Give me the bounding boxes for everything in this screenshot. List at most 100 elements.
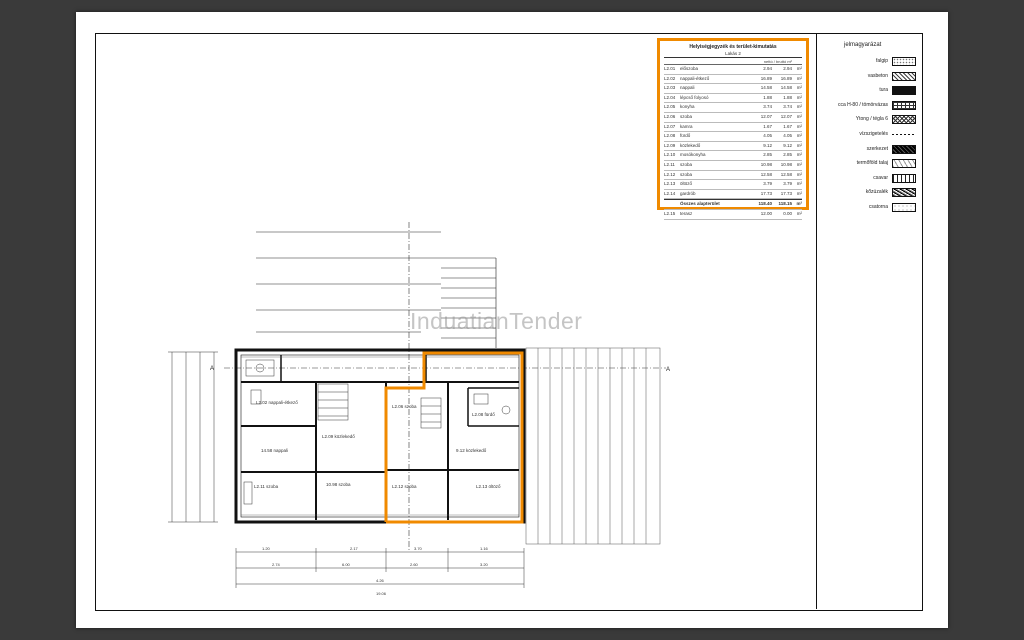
area-table-title: Helyiségjegyzék és terület-kimutatás: [689, 44, 777, 50]
legend-item: vízszigetelés: [818, 129, 922, 141]
net-area: 2.85: [763, 152, 772, 158]
area-unit: m²: [796, 85, 802, 91]
legend-item-label: cca H-80 / tömörvázas: [837, 101, 888, 108]
room-number: L2.08: [664, 133, 676, 139]
legend-item: falgip: [818, 56, 922, 68]
net-area: 1.67: [763, 123, 772, 129]
net-area: 10.98: [760, 161, 772, 167]
area-unit: m²: [796, 210, 802, 216]
area-table-row: L2.07 kamra 1.67 1.67 m²: [664, 123, 802, 133]
area-table-row: L2.01 előszoba 2.94 2.94 m²: [664, 65, 802, 75]
dim-4: 2.60: [410, 562, 419, 567]
room-name: gardrób: [680, 190, 696, 196]
area-table-row: L2.08 fürdő 4.05 4.05 m²: [664, 132, 802, 142]
area-unit: m²: [796, 123, 802, 129]
net-area: 14.58: [760, 85, 772, 91]
left-dimensions: [168, 351, 218, 523]
room-label-6: L2.06 szoba: [392, 404, 417, 409]
gross-area: 118.15: [778, 201, 792, 207]
area-unit: m²: [796, 133, 802, 139]
legend-item: cca H-80 / tömörvázas: [818, 100, 922, 112]
net-area: 12.07: [760, 113, 772, 119]
room-number: L2.03: [664, 85, 676, 91]
area-unit: m²: [796, 75, 802, 81]
legend-item-label: vasbeton: [867, 72, 888, 79]
area-unit: m²: [796, 190, 802, 196]
net-area: 2.94: [763, 66, 772, 71]
dim-2: 2.74: [272, 562, 281, 567]
net-area: 12.00: [760, 210, 772, 216]
area-unit: m²: [796, 94, 802, 100]
gross-area: 3.79: [783, 181, 792, 187]
room-label-10: L2.13 öltöző: [476, 484, 501, 489]
area-table-row: L2.02 nappali-étkező 16.89 16.89 m²: [664, 75, 802, 85]
area-table-row: L2.10 mosókonyha 2.85 2.85 m²: [664, 151, 802, 161]
room-number: L2.07: [664, 123, 676, 129]
room-number: L2.01: [664, 66, 676, 71]
legend-item: csatorna: [818, 202, 922, 214]
area-table-row: L2.06 szoba 12.07 12.07 m²: [664, 113, 802, 123]
legend-item-label: csavar: [873, 174, 888, 181]
area-table: Helyiségjegyzék és terület-kimutatás Lak…: [657, 38, 809, 220]
section-mark-left: A: [210, 366, 214, 372]
room-number: L2.04: [664, 94, 676, 100]
area-table-row: L2.13 öltöző 3.79 3.79 m²: [664, 180, 802, 190]
room-number: L2.13: [664, 181, 676, 187]
room-number: L2.09: [664, 142, 676, 148]
room-name: nappali-étkező: [680, 75, 710, 81]
room-number: L2.05: [664, 104, 676, 110]
area-table-row: L2.11 szoba 10.98 10.98 m²: [664, 161, 802, 171]
terrace: [525, 347, 661, 545]
legend-title: jelmagyarázat: [844, 42, 882, 48]
room-label-9: 9.12 közlekedő: [456, 448, 487, 453]
room-name: nappali: [680, 85, 695, 91]
room-label-1: L2.02 nappali-étkező: [256, 400, 298, 405]
gross-area: 1.88: [783, 94, 792, 100]
watermark: InduatianTender: [410, 308, 583, 334]
gross-area: 17.73: [780, 190, 792, 196]
net-area: 3.79: [763, 181, 772, 187]
area-unit: m²: [796, 161, 802, 167]
room-label-8: L2.08 fürdő: [472, 412, 495, 417]
room-number: L2.15: [664, 210, 676, 216]
room-name: terasz: [680, 210, 693, 216]
area-table-row: L2.09 közlekedő 9.12 9.12 m²: [664, 142, 802, 152]
legend-swatch: [892, 173, 916, 183]
gross-area: 12.07: [780, 113, 792, 119]
net-area: 4.05: [763, 133, 772, 139]
gross-area: 14.58: [780, 85, 792, 91]
area-table-row: L2.12 szoba 12.58 12.58 m²: [664, 171, 802, 181]
room-name: mosókonyha: [680, 152, 706, 158]
dim-1: 1.20: [262, 546, 271, 551]
room-name: előszoba: [680, 66, 699, 71]
legend-item-label: falgip: [876, 58, 888, 64]
room-name: Összes alapterület: [680, 201, 720, 207]
area-unit: m²: [796, 142, 802, 148]
room-name: szoba: [680, 161, 693, 167]
room-number: L2.11: [664, 161, 675, 167]
area-unit: m²: [796, 152, 802, 158]
gross-area: 2.85: [783, 152, 792, 158]
legend-swatch: [892, 144, 916, 154]
legend-item: Ytong / tégla 6: [818, 114, 922, 126]
legend-item-label: vízszigetelés: [859, 131, 888, 137]
legend-item-label: kőzúzalék: [865, 189, 888, 196]
stair: [317, 383, 442, 429]
legend-swatch: [892, 159, 916, 169]
area-table-row: L2.05 konyha 3.74 3.74 m²: [664, 103, 802, 113]
room-number: L2.10: [664, 152, 676, 158]
legend-swatch: [892, 86, 916, 96]
gross-area: 3.74: [783, 104, 792, 110]
room-label-3: L2.11 szoba: [254, 484, 279, 489]
net-area: 9.12: [763, 142, 772, 148]
apartment-highlight: [384, 351, 524, 524]
area-table-subtitle: Lakás 2: [664, 51, 802, 58]
dim-9: 4.26: [376, 578, 385, 583]
legend-item: kőzúzalék: [818, 187, 922, 199]
area-unit: m²: [796, 201, 803, 207]
net-area: 1.88: [763, 94, 772, 100]
room-label-5: L2.09 közlekedő: [322, 434, 355, 439]
room-name: lépcső folyosó: [680, 94, 709, 100]
room-name: konyha: [680, 104, 695, 110]
building-walls: [234, 348, 526, 524]
